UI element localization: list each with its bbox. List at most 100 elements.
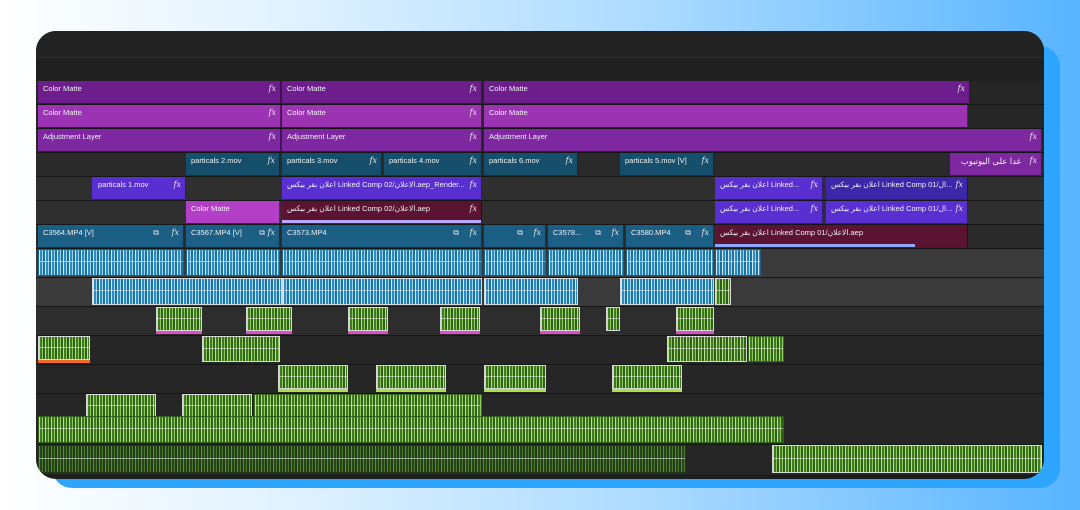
- clip-color-matte[interactable]: Color Matte: [484, 105, 968, 127]
- audio-clip[interactable]: [772, 445, 1042, 473]
- audio-clip[interactable]: [548, 249, 624, 276]
- audio-clip[interactable]: [86, 394, 156, 418]
- audio-clip[interactable]: [667, 336, 747, 362]
- audio-clip[interactable]: [484, 249, 546, 276]
- fx-icon[interactable]: fx: [958, 84, 965, 93]
- audio-clip[interactable]: [484, 365, 546, 389]
- fx-icon[interactable]: fx: [956, 204, 963, 213]
- audio-clip[interactable]: [182, 394, 252, 418]
- audio-clip[interactable]: [748, 336, 784, 362]
- audio-clip[interactable]: [38, 249, 184, 276]
- clip-c3567[interactable]: C3567.MP4 [V] ⧉ fx: [186, 225, 280, 247]
- audio-clip[interactable]: [202, 336, 280, 362]
- clip-color-matte[interactable]: Color Matte fx: [38, 105, 281, 127]
- fx-icon[interactable]: fx: [470, 156, 477, 165]
- label-strip: [38, 360, 90, 363]
- fx-icon[interactable]: fx: [470, 180, 477, 189]
- clip-color-matte[interactable]: Color Matte fx: [484, 81, 970, 103]
- audio-clip[interactable]: [540, 307, 580, 331]
- clip-video[interactable]: ⧉ fx: [484, 225, 546, 247]
- audio-clip[interactable]: [626, 249, 714, 276]
- audio-clip[interactable]: [612, 365, 682, 389]
- clip-adjustment-layer[interactable]: Adjustment Layer fx: [484, 129, 1042, 151]
- fx-icon[interactable]: fx: [174, 180, 181, 189]
- audio-clip[interactable]: [38, 336, 90, 360]
- audio-clip[interactable]: [348, 307, 388, 331]
- fx-icon[interactable]: fx: [956, 180, 963, 189]
- fx-icon[interactable]: fx: [470, 132, 477, 141]
- audio-clip[interactable]: [282, 249, 482, 276]
- fx-icon[interactable]: fx: [811, 204, 818, 213]
- clip-label: particals 3.mov: [287, 156, 338, 165]
- clip-particals[interactable]: particals 4.mov fx: [384, 153, 482, 175]
- audio-clip[interactable]: [92, 278, 282, 305]
- audio-clip[interactable]: [246, 307, 292, 331]
- fx-icon[interactable]: fx: [470, 108, 477, 117]
- clip-label: اعلان بقر بيكس Linked...: [720, 180, 800, 189]
- clip-particals[interactable]: particals 2.mov fx: [186, 153, 280, 175]
- clip-title-text[interactable]: غدا على اليوتيوب fx: [950, 153, 1042, 175]
- fx-icon[interactable]: fx: [172, 228, 179, 237]
- audio-clip[interactable]: [484, 278, 578, 305]
- fx-icon[interactable]: fx: [1030, 132, 1037, 141]
- clip-linked-comp[interactable]: اعلان بقر بيكس Linked Comp 02/الاعلان.ae…: [282, 201, 482, 223]
- audio-clip[interactable]: [254, 394, 482, 418]
- audio-clip[interactable]: [38, 445, 686, 473]
- clip-label: Color Matte: [191, 204, 230, 213]
- clip-linked-comp[interactable]: اعلان بقر بيكس Linked... fx: [715, 201, 823, 223]
- clip-adjustment-layer[interactable]: Adjustment Layer fx: [282, 129, 482, 151]
- fx-icon[interactable]: fx: [269, 84, 276, 93]
- clip-particals[interactable]: particals 5.mov [V] fx: [620, 153, 714, 175]
- fx-icon[interactable]: fx: [370, 156, 377, 165]
- audio-clip[interactable]: [376, 365, 446, 389]
- fx-icon[interactable]: fx: [702, 156, 709, 165]
- clip-c3564[interactable]: C3564.MP4 [V] ⧉ fx: [38, 225, 184, 247]
- clip-c3580[interactable]: C3580.MP4 ⧉ fx: [626, 225, 714, 247]
- fx-icon[interactable]: fx: [268, 156, 275, 165]
- clip-linked-comp[interactable]: اعلان بقر بيكس Linked Comp 01/ال... fx: [826, 177, 968, 199]
- timeline-ruler[interactable]: [36, 58, 1044, 82]
- audio-clip[interactable]: [186, 249, 280, 276]
- audio-clip[interactable]: [715, 249, 761, 276]
- clip-linked-comp[interactable]: اعلان بقر بيكس Linked Comp 01/ال... fx: [826, 201, 968, 223]
- fx-icon[interactable]: fx: [612, 228, 619, 237]
- fx-icon[interactable]: fx: [702, 228, 709, 237]
- clip-label: C3573.MP4: [287, 228, 327, 237]
- fx-icon[interactable]: fx: [470, 228, 477, 237]
- fx-icon[interactable]: fx: [269, 108, 276, 117]
- clip-linked-comp[interactable]: اعلان بقر بيكس Linked Comp 01/الاعلان.ae…: [715, 225, 968, 247]
- audio-clip[interactable]: [278, 365, 348, 389]
- audio-clip[interactable]: [156, 307, 202, 331]
- label-strip: [484, 389, 546, 392]
- audio-clip[interactable]: [606, 307, 620, 331]
- fx-icon[interactable]: fx: [470, 84, 477, 93]
- label-strip: [540, 331, 580, 334]
- clip-particals[interactable]: particals 1.mov fx: [92, 177, 186, 199]
- audio-clip[interactable]: [282, 278, 482, 305]
- audio-clip[interactable]: [440, 307, 480, 331]
- track-a3: [36, 307, 1044, 336]
- music-clip[interactable]: [38, 416, 784, 443]
- clip-adjustment-layer[interactable]: Adjustment Layer fx: [38, 129, 281, 151]
- clip-color-matte[interactable]: Color Matte fx: [38, 81, 281, 103]
- fx-icon[interactable]: fx: [1030, 156, 1037, 165]
- fx-icon[interactable]: fx: [268, 228, 275, 237]
- audio-clip[interactable]: [715, 278, 731, 305]
- clip-particals[interactable]: particals 3.mov fx: [282, 153, 382, 175]
- clip-color-matte[interactable]: Color Matte fx: [282, 105, 482, 127]
- clip-color-matte[interactable]: Color Matte: [186, 201, 280, 223]
- fx-icon[interactable]: fx: [470, 204, 477, 213]
- fx-icon[interactable]: fx: [811, 180, 818, 189]
- fx-icon[interactable]: fx: [269, 132, 276, 141]
- clip-c3578[interactable]: C3578... ⧉ fx: [548, 225, 624, 247]
- fx-icon[interactable]: fx: [534, 228, 541, 237]
- audio-clip[interactable]: [620, 278, 714, 305]
- clip-c3573[interactable]: C3573.MP4 ⧉ fx: [282, 225, 482, 247]
- fx-icon[interactable]: fx: [566, 156, 573, 165]
- clip-linked-comp[interactable]: اعلان بقر بيكس Linked Comp 02/الاعلان.ae…: [282, 177, 482, 199]
- clip-particals[interactable]: particals 6.mov fx: [484, 153, 578, 175]
- clip-linked-comp[interactable]: اعلان بقر بيكس Linked... fx: [715, 177, 823, 199]
- clip-color-matte[interactable]: Color Matte fx: [282, 81, 482, 103]
- clip-label: C3567.MP4 [V]: [191, 228, 242, 237]
- audio-clip[interactable]: [676, 307, 714, 331]
